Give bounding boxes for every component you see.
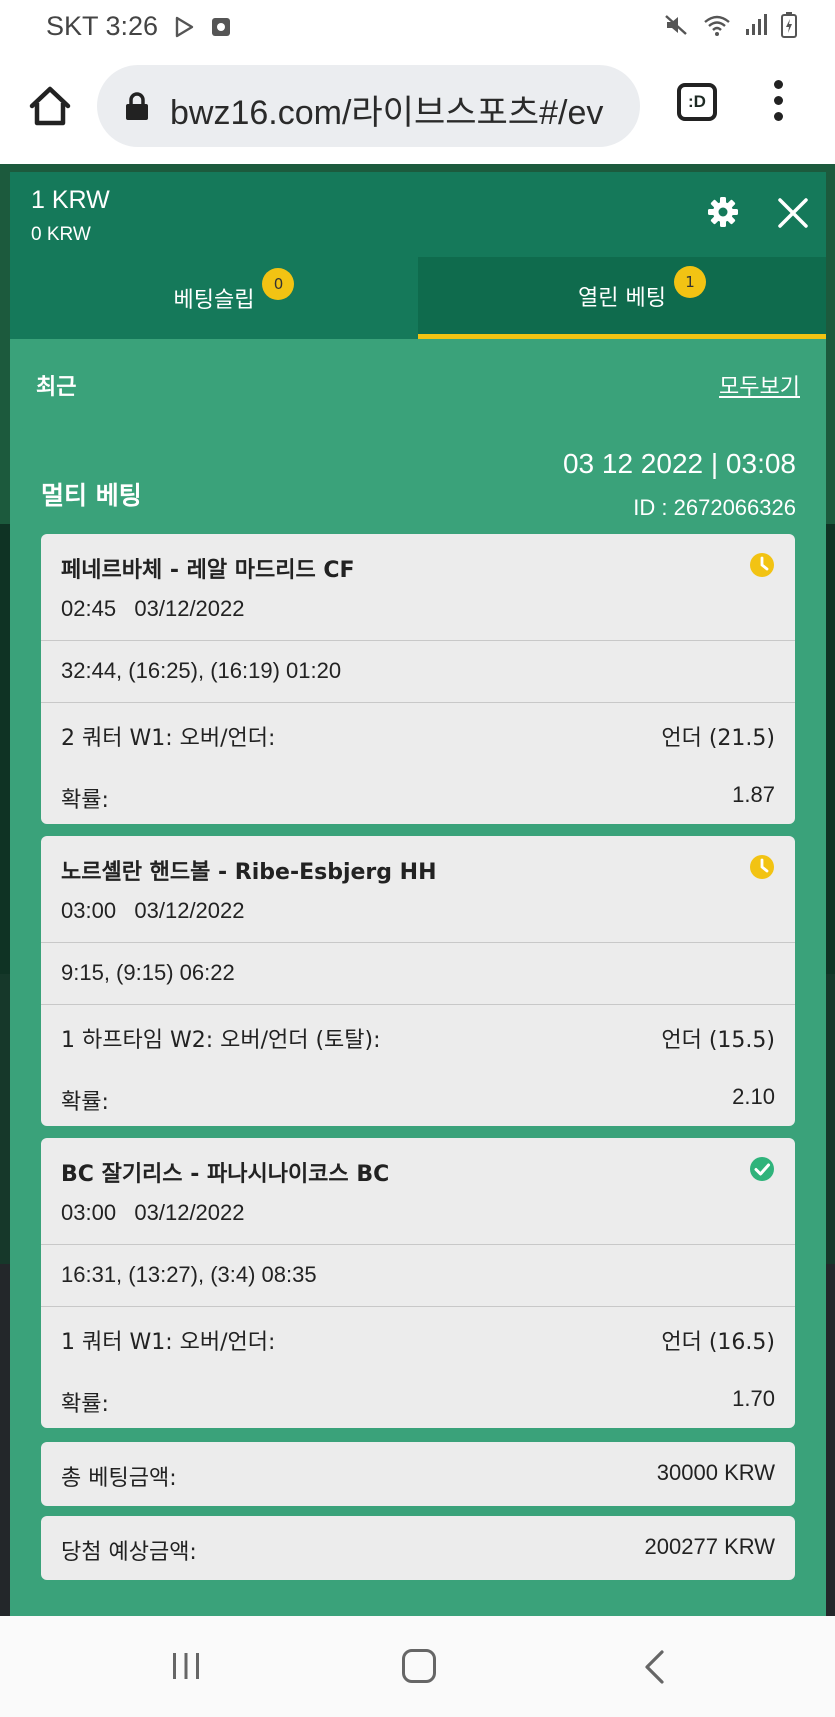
match-market: 2 쿼터 W1: 오버/언더: [61,726,276,751]
home-nav-icon[interactable] [402,1649,436,1683]
carrier-time: SKT 3:26 [46,11,159,41]
mute-icon [665,15,687,35]
tab-switcher-button[interactable]: :D [677,83,717,121]
gear-icon[interactable] [707,196,739,228]
lock-icon [126,92,148,120]
signal-icon [746,14,767,35]
total-stake-value: 30000 KRW [656,1460,775,1485]
check-circle-icon [750,1157,774,1181]
status-bar: SKT 3:26 [0,0,835,52]
address-bar[interactable]: bwz16.com/라이브스포츠#/ev [97,65,640,147]
recents-icon[interactable] [170,1651,202,1681]
back-icon[interactable] [642,1649,666,1685]
match-market: 1 하프타임 W2: 오버/언더 (토탈): [61,1028,381,1053]
match-pick: 언더 (15.5) [661,1028,775,1053]
total-stake-label: 총 베팅금액: [61,1466,177,1491]
match-score: 16:31, (13:27), (3:4) 08:35 [61,1262,317,1287]
close-icon[interactable] [776,196,810,230]
recent-bar: 최근 모두보기 [20,349,816,417]
battery-icon [781,12,797,38]
match-score: 32:44, (16:25), (16:19) 01:20 [61,658,342,683]
match-name: BC 잘기리스 - 파나시나이코스 BC [61,1162,390,1187]
match-card: 노르셸란 핸드볼 - Ribe-Esbjerg HH 03:00 03/12/2… [41,836,795,1126]
tab-betslip[interactable]: 베팅슬립 0 [10,257,418,339]
clock-icon [750,553,774,577]
match-score: 9:15, (9:15) 06:22 [61,960,235,985]
match-pick: 언더 (16.5) [661,1330,775,1355]
match-time: 02:45 03/12/2022 [61,596,245,621]
bet-type: 멀티 베팅 [41,481,142,510]
panel-header: 1 KRW 0 KRW [10,172,826,257]
play-store-icon [175,16,194,37]
balance-sub: 0 KRW [31,224,91,245]
match-card: BC 잘기리스 - 파나시나이코스 BC 03:00 03/12/2022 16… [41,1138,795,1428]
expected-payout-label: 당첨 예상금액: [61,1540,197,1565]
match-name: 노르셸란 핸드볼 - Ribe-Esbjerg HH [61,860,437,885]
match-name: 페네르바체 - 레알 마드리드 CF [61,558,355,583]
recent-title: 최근 [36,375,77,400]
match-time: 03:00 03/12/2022 [61,1200,245,1225]
odds-label: 확률: [61,1392,109,1417]
expected-payout-row: 당첨 예상금액: 200277 KRW [41,1516,795,1580]
status-left: SKT 3:26 [46,11,232,42]
odds-label: 확률: [61,1090,109,1115]
tab-label: 열린 베팅 [578,285,666,311]
divider [41,1244,795,1245]
divider [41,1306,795,1307]
bet-card: 멀티 베팅 03 12 2022 | 03:08 ID : 2672066326… [20,428,816,1616]
divider [41,942,795,943]
tab-label: 베팅슬립 [173,288,255,313]
betslip-panel: 1 KRW 0 KRW 베팅슬립 0 열린 베팅 1 최근 모두보기 멀티 베팅… [10,172,826,1616]
tab-open-bets[interactable]: 열린 베팅 1 [418,257,826,339]
divider [41,702,795,703]
total-stake-row: 총 베팅금액: 30000 KRW [41,1442,795,1506]
expected-payout-value: 200277 KRW [644,1534,775,1559]
odds-value: 2.10 [732,1084,775,1109]
odds-value: 1.87 [732,782,775,807]
tab-badge: 1 [673,265,706,298]
home-icon[interactable] [26,82,74,130]
balance-main: 1 KRW [31,186,110,214]
panel-tabs: 베팅슬립 0 열린 베팅 1 [10,257,826,339]
match-pick: 언더 (21.5) [661,726,775,751]
odds-label: 확률: [61,788,109,813]
tab-badge: 0 [262,268,295,300]
more-menu-icon[interactable] [771,80,785,126]
match-market: 1 쿼터 W1: 오버/언더: [61,1330,276,1355]
divider [41,1004,795,1005]
url-text: bwz16.com/라이브스포츠#/ev [170,94,604,132]
wifi-icon [704,15,730,36]
odds-value: 1.70 [732,1386,775,1411]
system-nav-bar [0,1616,835,1717]
clock-icon [750,855,774,879]
match-time: 03:00 03/12/2022 [61,898,245,923]
view-all-link[interactable]: 모두보기 [719,369,800,401]
divider [41,640,795,641]
status-right [663,12,797,38]
match-card: 페네르바체 - 레알 마드리드 CF 02:45 03/12/2022 32:4… [41,534,795,824]
browser-toolbar: bwz16.com/라이브스포츠#/ev :D [0,52,835,164]
screen-record-icon [212,17,231,36]
bet-id: ID : 2672066326 [633,495,796,520]
bet-date: 03 12 2022 | 03:08 [562,448,796,479]
